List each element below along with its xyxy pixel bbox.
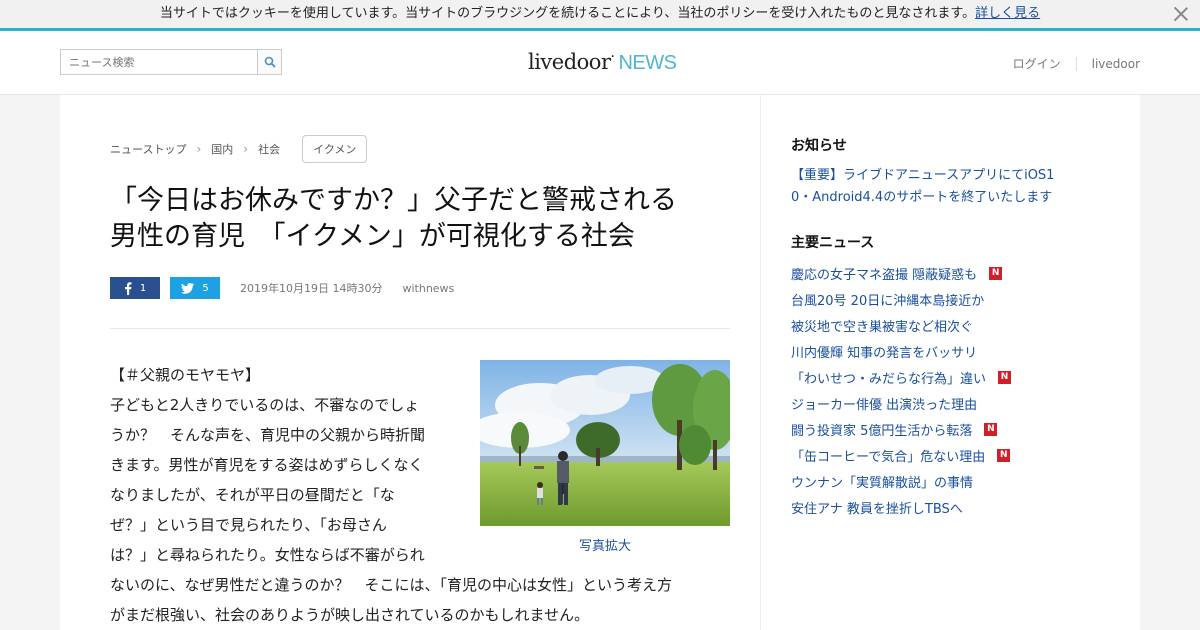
article-source[interactable]: withnews	[402, 282, 454, 295]
article-line: きます。男性が育児をする姿はめずらしくなく	[110, 456, 424, 474]
news-item[interactable]: 「缶コーヒーで気合」危ない理由 N	[791, 442, 1011, 468]
news-item[interactable]: 「わいせつ・みだらな行為」違い N	[791, 364, 1012, 390]
site-header: livedoor·NEWS ログイン livedoor	[0, 31, 1200, 95]
new-badge: N	[984, 422, 998, 436]
new-badge: N	[998, 370, 1012, 384]
news-item[interactable]: 川内優輝 知事の発言をバッサリ	[791, 338, 1011, 364]
park-photo-image	[480, 360, 730, 526]
article-title: 「今日はお休みですか？」父子だと警戒される 男性の育児 「イクメン」が可視化する…	[110, 183, 730, 255]
news-headline: 安住アナ 教員を挫折しTBSへ	[791, 501, 963, 517]
article-text-wrapped: 【＃父親のモヤモヤ】 子どもと2人きりでいるのは、不審なのでしょ うか？ そんな…	[110, 360, 455, 570]
article-heading: 【＃父親のモヤモヤ】	[110, 366, 261, 384]
news-item[interactable]: 闘う投資家 5億円生活から転落 N	[791, 416, 1011, 442]
news-item[interactable]: 慶応の女子マネ盗撮 隠蔽疑惑も N	[791, 260, 1011, 286]
notice-heading: お知らせ	[791, 138, 847, 154]
main-news-heading: 主要ニュース	[791, 235, 875, 251]
site-logo[interactable]: livedoor· NEWS	[528, 49, 677, 75]
search-box	[60, 49, 282, 75]
cookie-banner: 当サイトではクッキーを使用しています。当サイトのブラウジングを続けることにより、…	[0, 0, 1200, 31]
facebook-icon	[124, 281, 132, 295]
news-item[interactable]: 安住アナ 教員を挫折しTBSへ	[791, 494, 1011, 520]
twitter-icon	[181, 282, 195, 294]
breadcrumb-item-top[interactable]: ニューストップ	[110, 141, 186, 157]
header-divider	[1075, 56, 1077, 71]
search-button[interactable]	[257, 50, 281, 74]
article-line: は？」と尋ねられたり。女性ならば不審がられ	[110, 546, 425, 564]
search-input[interactable]	[61, 50, 257, 74]
article-photo[interactable]	[480, 360, 730, 526]
article-line: がまだ根強い、社会のありようが映し出されているのかもしれません。	[110, 606, 590, 624]
article-column: ニューストップ › 国内 › 社会 イクメン 「今日はお休みですか？」父子だと警…	[60, 95, 760, 630]
news-headline: 「缶コーヒーで気合」危ない理由	[791, 449, 986, 465]
logo-livedoor: livedoor	[528, 50, 611, 74]
notice-line: 0・Android4.4のサポートを終了いたします	[791, 190, 1053, 205]
share-bar: 1 5 2019年10月19日 14時30分 withnews	[110, 277, 454, 299]
chevron-right-icon: ›	[243, 142, 249, 156]
breadcrumb-item-society[interactable]: 社会	[258, 141, 280, 157]
title-line-2: 男性の育児 「イクメン」が可視化する社会	[110, 221, 635, 252]
sidebar: お知らせ 【重要】ライブドアニュースアプリにてiOS1 0・Android4.4…	[760, 95, 1140, 630]
topic-tag[interactable]: イクメン	[302, 135, 368, 163]
cookie-details-link[interactable]: 詳しく見る	[975, 6, 1040, 21]
news-headline: 「わいせつ・みだらな行為」違い	[791, 371, 987, 387]
cookie-message: 当サイトではクッキーを使用しています。当サイトのブラウジングを続けることにより、…	[159, 6, 976, 21]
news-headline: ウンナン「実質解散説」の事情	[791, 475, 974, 491]
photo-enlarge-link[interactable]: 写真拡大	[480, 535, 730, 554]
logo-news: NEWS	[618, 52, 677, 74]
news-item[interactable]: 台風20号 20日に沖縄本島接近か	[791, 286, 1011, 312]
breadcrumb-item-domestic[interactable]: 国内	[211, 141, 233, 157]
twitter-share-count: 5	[202, 282, 209, 294]
article-line: 子どもと2人きりでいるのは、不審なのでしょ	[110, 396, 420, 414]
facebook-share-count: 1	[139, 282, 147, 294]
header-links: ログイン livedoor	[1013, 55, 1140, 72]
news-item[interactable]: ジョーカー俳優 出演渋った理由	[791, 390, 1011, 416]
article-line: なりましたが、それが平日の昼間だと「な	[110, 486, 395, 504]
search-icon	[264, 56, 276, 68]
title-line-1: 「今日はお休みですか？」父子だと警戒される	[110, 185, 677, 216]
chevron-right-icon: ›	[196, 142, 202, 156]
breadcrumb: ニューストップ › 国内 › 社会 イクメン	[110, 135, 368, 163]
new-badge: N	[997, 448, 1011, 462]
news-headline: 川内優輝 知事の発言をバッサリ	[791, 345, 978, 361]
news-headline: 闘う投資家 5億円生活から転落	[791, 423, 973, 439]
login-link[interactable]: ログイン	[1013, 55, 1061, 72]
new-badge: N	[989, 266, 1003, 280]
publish-date: 2019年10月19日 14時30分	[240, 282, 383, 295]
logo-dot: ·	[610, 49, 615, 65]
article-line: ぜ？」という目で見られたり、「お母さん	[110, 516, 387, 534]
notice-line: 【重要】ライブドアニュースアプリにてiOS1	[791, 168, 1055, 183]
close-icon[interactable]	[1172, 5, 1190, 23]
news-headline: 被災地で空き巣被害など相次ぐ	[791, 319, 974, 335]
news-item[interactable]: ウンナン「実質解散説」の事情	[791, 468, 1011, 494]
news-headline: 台風20号 20日に沖縄本島接近か	[791, 293, 985, 309]
divider	[110, 328, 730, 329]
main-news-list: 慶応の女子マネ盗撮 隠蔽疑惑も N 台風20号 20日に沖縄本島接近か 被災地で空…	[791, 260, 1012, 520]
article-line: うか？ そんな声を、育児中の父親から時折聞	[110, 426, 426, 444]
notice-link[interactable]: 【重要】ライブドアニュースアプリにてiOS1 0・Android4.4のサポート…	[791, 165, 1081, 209]
livedoor-link[interactable]: livedoor	[1092, 57, 1140, 71]
facebook-share-button[interactable]: 1	[110, 277, 160, 299]
news-headline: 慶応の女子マネ盗撮 隠蔽疑惑も	[791, 267, 978, 283]
article-line: ないのに、なぜ男性だと違うのか？ そこには、「育児の中心は女性」という考え方	[110, 576, 673, 594]
news-item[interactable]: 被災地で空き巣被害など相次ぐ	[791, 312, 1011, 338]
article-text-full: ないのに、なぜ男性だと違うのか？ そこには、「育児の中心は女性」という考え方 が…	[110, 570, 730, 630]
twitter-share-button[interactable]: 5	[170, 277, 220, 299]
news-headline: ジョーカー俳優 出演渋った理由	[791, 397, 978, 413]
